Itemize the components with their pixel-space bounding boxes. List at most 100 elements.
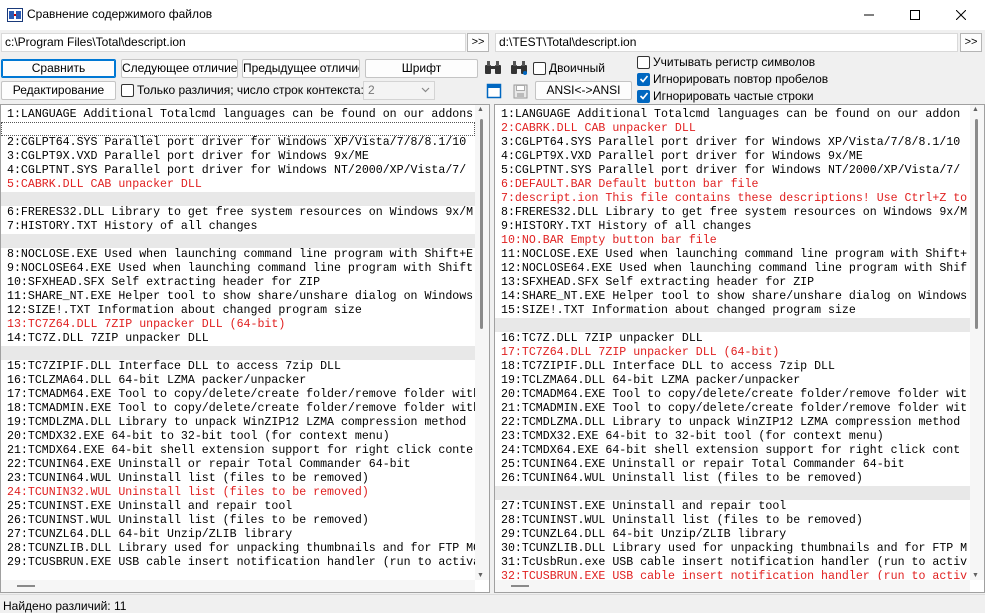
compare-files-icon[interactable] xyxy=(7,8,23,22)
right-scroll-thumb[interactable] xyxy=(975,119,978,329)
text-line[interactable]: 5:CGLPTNT.SYS Parallel port driver for W… xyxy=(495,164,970,178)
window-layout-icon[interactable] xyxy=(484,81,504,101)
text-line[interactable]: 17:TCMADM64.EXE Tool to copy/delete/crea… xyxy=(1,388,475,402)
diff-line[interactable]: 17:TC7Z64.DLL 7ZIP unpacker DLL (64-bit) xyxy=(495,346,970,360)
scroll-down-icon[interactable]: ▼ xyxy=(972,572,979,579)
text-line[interactable]: 1:LANGUAGE Additional Totalcmd languages… xyxy=(495,108,970,122)
text-line[interactable]: 15:SIZE!.TXT Information about changed p… xyxy=(495,304,970,318)
blank-line[interactable] xyxy=(1,192,475,206)
text-line[interactable]: 10:SFXHEAD.SFX Self extracting header fo… xyxy=(1,276,475,290)
text-line[interactable]: 25:TCUNINST.EXE Uninstall and repair too… xyxy=(1,500,475,514)
binary-checkbox[interactable]: Двоичный xyxy=(533,61,605,75)
blank-line[interactable] xyxy=(1,122,475,136)
text-line[interactable]: 26:TCUNINST.WUL Uninstall list (files to… xyxy=(1,514,475,528)
text-line[interactable]: 26:TCUNIN64.WUL Uninstall list (files to… xyxy=(495,472,970,486)
text-line[interactable]: 30:TCUNZLIB.DLL Library used for unpacki… xyxy=(495,542,970,556)
text-line[interactable]: 9:NOCLOSE64.EXE Used when launching comm… xyxy=(1,262,475,276)
text-line[interactable]: 3:CGLPT64.SYS Parallel port driver for W… xyxy=(495,136,970,150)
text-line[interactable]: 15:TC7ZIPIF.DLL Interface DLL to access … xyxy=(1,360,475,374)
scroll-down-icon[interactable]: ▼ xyxy=(477,572,484,579)
text-line[interactable]: 8:NOCLOSE.EXE Used when launching comman… xyxy=(1,248,475,262)
font-button[interactable]: Шрифт xyxy=(365,59,478,78)
text-line[interactable]: 16:TC7Z.DLL 7ZIP unpacker DLL xyxy=(495,332,970,346)
left-file-path-input[interactable]: c:\Program Files\Total\descript.ion xyxy=(1,33,466,52)
text-line[interactable]: 16:TCLZMA64.DLL 64-bit LZMA packer/unpac… xyxy=(1,374,475,388)
diff-line[interactable]: 10:NO.BAR Empty button bar file xyxy=(495,234,970,248)
text-line[interactable]: 19:TCMDLZMA.DLL Library to unpack WinZIP… xyxy=(1,416,475,430)
left-hscroll-thumb[interactable] xyxy=(17,585,35,587)
right-horizontal-scrollbar[interactable] xyxy=(495,580,970,592)
text-line[interactable]: 2:CGLPT64.SYS Parallel port driver for W… xyxy=(1,136,475,150)
ignore-spaces-checkbox[interactable]: Игнорировать повтор пробелов xyxy=(637,72,828,86)
text-line[interactable]: 29:TCUNZL64.DLL 64-bit Unzip/ZLIB librar… xyxy=(495,528,970,542)
text-line[interactable]: 12:SIZE!.TXT Information about changed p… xyxy=(1,304,475,318)
text-line[interactable]: 14:TC7Z.DLL 7ZIP unpacker DLL xyxy=(1,332,475,346)
text-line[interactable]: 23:TCMDX32.EXE 64-bit to 32-bit tool (fo… xyxy=(495,430,970,444)
context-lines-select[interactable]: 2 xyxy=(363,81,435,100)
text-line[interactable]: 28:TCUNINST.WUL Uninstall list (files to… xyxy=(495,514,970,528)
save-icon[interactable] xyxy=(510,81,530,101)
text-line[interactable]: 4:CGLPT9X.VXD Parallel port driver for W… xyxy=(495,150,970,164)
text-line[interactable]: 21:TCMADMIN.EXE Tool to copy/delete/crea… xyxy=(495,402,970,416)
right-file-pane[interactable]: 1:LANGUAGE Additional Totalcmd languages… xyxy=(494,104,985,593)
right-vertical-scrollbar[interactable]: ▲ ▼ xyxy=(970,105,984,580)
case-sensitive-checkbox-box[interactable] xyxy=(637,55,650,69)
text-line[interactable]: 24:TCMDX64.EXE 64-bit shell extension su… xyxy=(495,444,970,458)
text-line[interactable]: 11:NOCLOSE.EXE Used when launching comma… xyxy=(495,248,970,262)
text-line[interactable]: 18:TC7ZIPIF.DLL Interface DLL to access … xyxy=(495,360,970,374)
text-line[interactable]: 23:TCUNIN64.WUL Uninstall list (files to… xyxy=(1,472,475,486)
diff-line[interactable]: 7:descript.ion This file contains these … xyxy=(495,192,970,206)
text-line[interactable]: 1:LANGUAGE Additional Totalcmd languages… xyxy=(1,108,475,122)
close-button[interactable] xyxy=(938,0,984,30)
diff-line[interactable]: 5:CABRK.DLL CAB unpacker DLL xyxy=(1,178,475,192)
left-browse-button[interactable]: >> xyxy=(467,33,489,52)
blank-line[interactable] xyxy=(1,346,475,360)
right-file-path-input[interactable]: d:\TEST\Total\descript.ion xyxy=(495,33,958,52)
ignore-frequent-checkbox[interactable]: Игнорировать частые строки xyxy=(637,89,814,103)
left-horizontal-scrollbar[interactable] xyxy=(1,580,475,592)
text-line[interactable]: 19:TCLZMA64.DLL 64-bit LZMA packer/unpac… xyxy=(495,374,970,388)
text-line[interactable]: 28:TCUNZLIB.DLL Library used for unpacki… xyxy=(1,542,475,556)
previous-difference-button[interactable]: Предыдущее отличие xyxy=(242,59,360,78)
blank-line[interactable] xyxy=(1,234,475,248)
text-line[interactable]: 21:TCMDX64.EXE 64-bit shell extension su… xyxy=(1,444,475,458)
minimize-button[interactable] xyxy=(846,0,892,30)
text-line[interactable]: 12:NOCLOSE64.EXE Used when launching com… xyxy=(495,262,970,276)
ignore-frequent-checkbox-box[interactable] xyxy=(637,89,650,103)
scroll-up-icon[interactable]: ▲ xyxy=(477,106,484,113)
text-line[interactable]: 20:TCMADM64.EXE Tool to copy/delete/crea… xyxy=(495,388,970,402)
text-line[interactable]: 11:SHARE_NT.EXE Helper tool to show shar… xyxy=(1,290,475,304)
text-line[interactable]: 22:TCMDLZMA.DLL Library to unpack WinZIP… xyxy=(495,416,970,430)
text-line[interactable]: 31:TcUsbRun.exe USB cable insert notific… xyxy=(495,556,970,570)
scroll-up-icon[interactable]: ▲ xyxy=(972,106,979,113)
text-line[interactable]: 14:SHARE_NT.EXE Helper tool to show shar… xyxy=(495,290,970,304)
ignore-spaces-checkbox-box[interactable] xyxy=(637,72,650,86)
text-line[interactable]: 3:CGLPT9X.VXD Parallel port driver for W… xyxy=(1,150,475,164)
text-line[interactable]: 25:TCUNIN64.EXE Uninstall or repair Tota… xyxy=(495,458,970,472)
diff-line[interactable]: 6:DEFAULT.BAR Default button bar file xyxy=(495,178,970,192)
only-differences-checkbox-box[interactable] xyxy=(121,83,134,97)
maximize-button[interactable] xyxy=(892,0,938,30)
binary-checkbox-box[interactable] xyxy=(533,61,546,75)
next-difference-button[interactable]: Следующее отличие xyxy=(121,59,238,78)
text-line[interactable]: 13:SFXHEAD.SFX Self extracting header fo… xyxy=(495,276,970,290)
encoding-button[interactable]: ANSI<->ANSI xyxy=(535,81,632,100)
text-line[interactable]: 4:CGLPTNT.SYS Parallel port driver for W… xyxy=(1,164,475,178)
text-line[interactable]: 18:TCMADMIN.EXE Tool to copy/delete/crea… xyxy=(1,402,475,416)
right-browse-button[interactable]: >> xyxy=(960,33,982,52)
diff-line[interactable]: 24:TCUNIN32.WUL Uninstall list (files to… xyxy=(1,486,475,500)
blank-line[interactable] xyxy=(495,486,970,500)
text-line[interactable]: 20:TCMDX32.EXE 64-bit to 32-bit tool (fo… xyxy=(1,430,475,444)
blank-line[interactable] xyxy=(495,318,970,332)
find-next-binoculars-icon[interactable] xyxy=(509,58,529,78)
text-line[interactable]: 27:TCUNZL64.DLL 64-bit Unzip/ZLIB librar… xyxy=(1,528,475,542)
text-line[interactable]: 29:TCUSBRUN.EXE USB cable insert notific… xyxy=(1,556,475,570)
left-file-pane[interactable]: 1:LANGUAGE Additional Totalcmd languages… xyxy=(0,104,490,593)
right-hscroll-thumb[interactable] xyxy=(511,585,529,587)
text-line[interactable]: 7:HISTORY.TXT History of all changes xyxy=(1,220,475,234)
text-line[interactable]: 8:FRERES32.DLL Library to get free syste… xyxy=(495,206,970,220)
case-sensitive-checkbox[interactable]: Учитывать регистр символов xyxy=(637,55,815,69)
left-vertical-scrollbar[interactable]: ▲ ▼ xyxy=(475,105,489,580)
diff-line[interactable]: 2:CABRK.DLL CAB unpacker DLL xyxy=(495,122,970,136)
only-differences-checkbox[interactable]: Только различия; число строк контекста: xyxy=(121,83,364,97)
